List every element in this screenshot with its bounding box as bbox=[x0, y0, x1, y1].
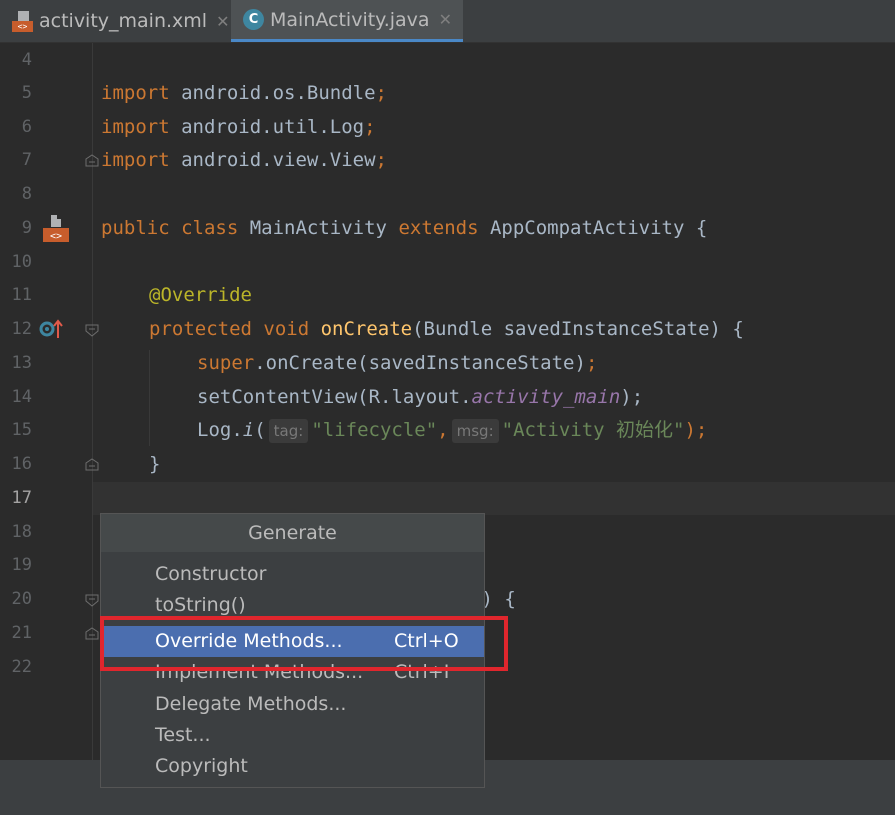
menu-item-label: Copyright bbox=[155, 755, 248, 777]
code-line-5[interactable]: import android.os.Bundle; bbox=[101, 77, 387, 110]
line-number: 13 bbox=[11, 353, 32, 373]
code-line-13[interactable]: super.onCreate(savedInstanceState); bbox=[197, 347, 597, 380]
fold-marker-icon[interactable] bbox=[85, 324, 99, 337]
line-number: 19 bbox=[11, 555, 32, 575]
menu-item-label: Delegate Methods... bbox=[155, 693, 347, 715]
close-icon[interactable]: ✕ bbox=[439, 10, 452, 29]
popup-title: Generate bbox=[101, 514, 484, 552]
code-line-16[interactable]: } bbox=[149, 448, 160, 481]
fold-marker-icon[interactable] bbox=[85, 458, 99, 471]
line-number: 11 bbox=[11, 285, 32, 305]
fold-marker-icon[interactable] bbox=[85, 627, 99, 640]
override-method-icon[interactable] bbox=[39, 318, 65, 340]
menu-item-copyright[interactable]: Copyright bbox=[101, 751, 484, 782]
fold-marker-icon[interactable] bbox=[85, 594, 99, 607]
line-number: 4 bbox=[21, 50, 32, 70]
line-number: 22 bbox=[11, 657, 32, 677]
line-number: 10 bbox=[11, 252, 32, 272]
editor-tab-bar: <> activity_main.xml ✕ C MainActivity.ja… bbox=[0, 0, 895, 43]
parameter-hint: tag: bbox=[268, 418, 309, 443]
indent-guide bbox=[149, 350, 150, 446]
current-line-highlight bbox=[93, 482, 895, 515]
line-number: 7 bbox=[21, 150, 32, 170]
line-number: 20 bbox=[11, 589, 32, 609]
line-number: 16 bbox=[11, 454, 32, 474]
code-line-12[interactable]: protected void onCreate(Bundle savedInst… bbox=[149, 313, 744, 346]
code-line-11[interactable]: @Override bbox=[149, 279, 252, 312]
code-line-14[interactable]: setContentView(R.layout.activity_main); bbox=[197, 381, 643, 414]
tab-activity-main-xml[interactable]: <> activity_main.xml ✕ bbox=[0, 0, 231, 42]
svg-text:<>: <> bbox=[50, 231, 62, 242]
gutter-separator bbox=[92, 43, 93, 760]
xml-file-icon: <> bbox=[12, 10, 33, 32]
menu-item-delegate-methods[interactable]: Delegate Methods... bbox=[101, 689, 484, 720]
code-line-9[interactable]: public class MainActivity extends AppCom… bbox=[101, 212, 707, 245]
line-number-active: 17 bbox=[11, 488, 32, 508]
tab-label: activity_main.xml bbox=[39, 10, 208, 32]
tab-label: MainActivity.java bbox=[270, 8, 430, 31]
code-line-6[interactable]: import android.util.Log; bbox=[101, 111, 376, 144]
code-line-7[interactable]: import android.view.View; bbox=[101, 144, 387, 177]
line-number: 8 bbox=[21, 184, 32, 204]
menu-item-label: Constructor bbox=[155, 563, 267, 585]
close-icon[interactable]: ✕ bbox=[216, 12, 229, 31]
fold-marker-icon[interactable] bbox=[85, 154, 99, 167]
menu-item-constructor[interactable]: Constructor bbox=[101, 559, 484, 590]
tab-main-activity-java[interactable]: C MainActivity.java ✕ bbox=[231, 0, 463, 42]
code-line-15[interactable]: Log.i(tag: "lifecycle", msg: "Activity 初始化"… bbox=[197, 414, 707, 447]
java-class-icon: C bbox=[243, 9, 264, 30]
line-number: 15 bbox=[11, 420, 32, 440]
android-layout-icon[interactable]: <> bbox=[43, 215, 69, 242]
line-number: 18 bbox=[11, 522, 32, 542]
line-number: 5 bbox=[21, 83, 32, 103]
parameter-hint: msg: bbox=[451, 418, 499, 443]
menu-item-test[interactable]: Test... bbox=[101, 720, 484, 751]
line-number: 21 bbox=[11, 623, 32, 643]
menu-item-label: Test... bbox=[155, 724, 211, 746]
line-number: 12 bbox=[11, 319, 32, 339]
line-number: 9 bbox=[21, 218, 32, 238]
line-number: 6 bbox=[21, 117, 32, 137]
line-number: 14 bbox=[11, 387, 32, 407]
menu-item-label: toString() bbox=[155, 594, 246, 616]
annotation-highlight-box bbox=[100, 616, 508, 671]
